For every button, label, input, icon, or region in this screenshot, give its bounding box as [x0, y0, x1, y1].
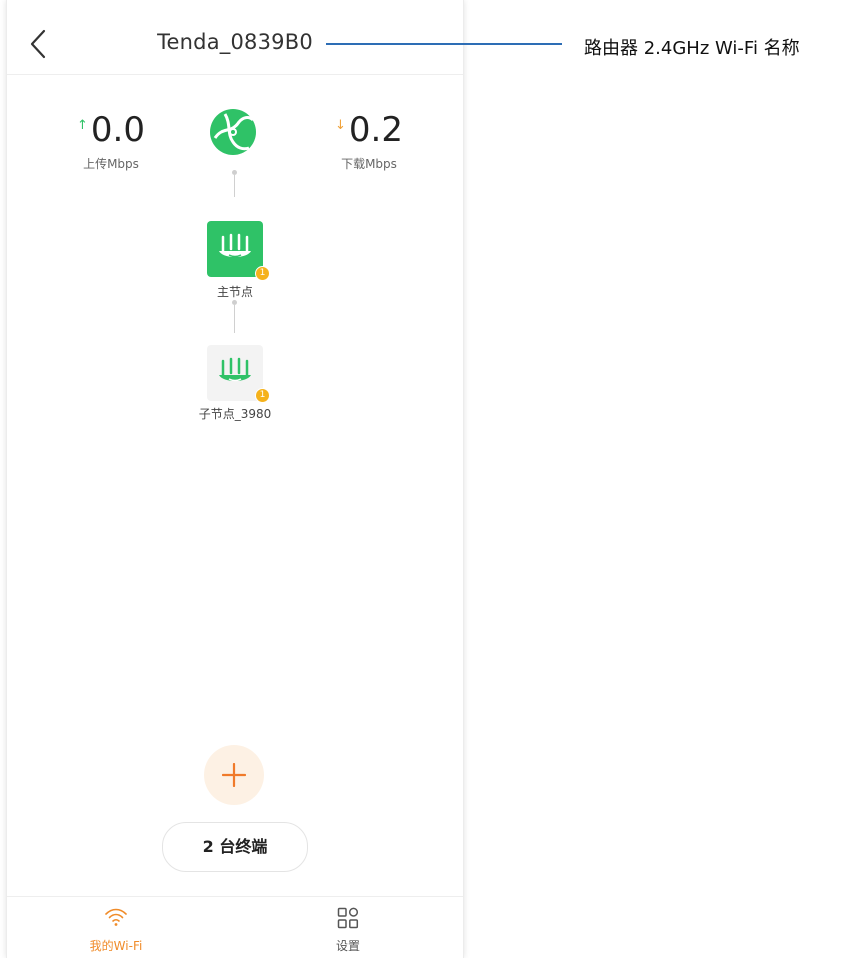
main-node-label: 主节点: [216, 285, 253, 299]
wifi-icon: [105, 908, 127, 926]
upload-label: 上传Mbps: [83, 157, 139, 171]
callout-annotation: 路由器 2.4GHz Wi-Fi 名称: [584, 38, 800, 59]
phone-screen: Tenda_0839B0 ↑0.0 上传Mbps ↓0.2 下载Mbps 1 主…: [6, 0, 464, 958]
download-value-row: ↓0.2: [327, 106, 411, 150]
tab-settings[interactable]: 设置: [283, 897, 413, 958]
router-icon: [219, 233, 251, 258]
main-node-badge: 1: [255, 266, 270, 281]
header-bar: Tenda_0839B0: [7, 0, 463, 75]
sub-node-badge: 1: [255, 388, 270, 403]
download-value: 0.2: [348, 110, 403, 150]
download-rate: ↓0.2 下载Mbps: [327, 106, 411, 172]
terminals-button[interactable]: 2 台终端: [162, 822, 308, 872]
add-node-button[interactable]: [204, 745, 264, 805]
callout-line: [326, 43, 562, 45]
tab-my-wifi-label: 我的Wi-Fi: [89, 939, 143, 953]
upload-rate: ↑0.0 上传Mbps: [69, 106, 153, 172]
connector-line: [234, 305, 235, 333]
router-icon: [219, 357, 251, 382]
sub-node[interactable]: 1: [207, 345, 270, 403]
download-label: 下载Mbps: [341, 157, 397, 171]
bottom-tab-bar: 我的Wi-Fi 设置: [7, 896, 463, 958]
sub-node-label: 子节点_3980: [198, 407, 272, 421]
tab-settings-label: 设置: [335, 939, 360, 953]
upload-value-row: ↑0.0: [69, 106, 153, 150]
arrow-down-icon: ↓: [335, 118, 346, 133]
upload-value: 0.0: [90, 110, 145, 150]
grid-icon: [337, 907, 359, 929]
connector-line: [234, 175, 235, 197]
tab-my-wifi[interactable]: 我的Wi-Fi: [51, 897, 181, 958]
arrow-up-icon: ↑: [77, 118, 88, 133]
internet-globe-icon[interactable]: [209, 108, 257, 156]
page-title: Tenda_0839B0: [157, 30, 313, 54]
plus-icon: [222, 763, 246, 787]
main-node[interactable]: 1: [207, 221, 270, 281]
